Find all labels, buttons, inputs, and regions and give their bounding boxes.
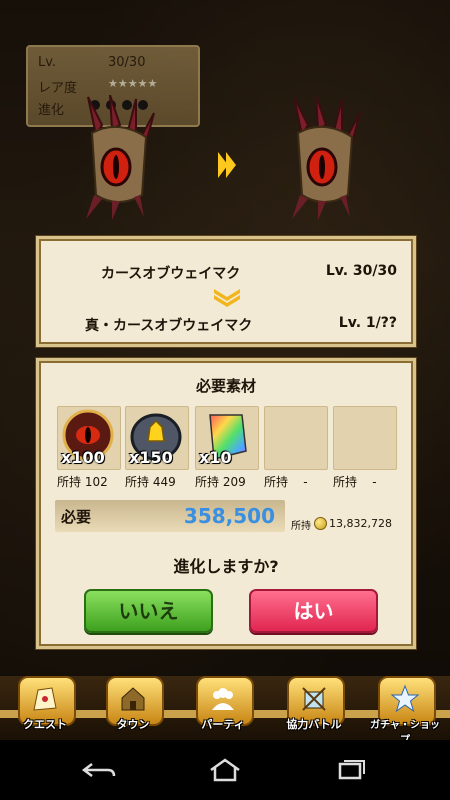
material-slot-3[interactable]: x10 [195, 406, 259, 470]
home-icon[interactable] [205, 758, 245, 782]
gacha-shop-icon [390, 684, 420, 713]
owned-count-1: 所持 102 [57, 475, 108, 489]
nav-coop-battle-label: 協力バトル [286, 718, 342, 731]
nav-party-label: パーティ [201, 718, 245, 731]
material-slot-1[interactable]: x100 [57, 406, 121, 470]
yes-button[interactable]: はい [249, 589, 378, 633]
claw-before-icon [86, 95, 155, 220]
rarity-label: レア度 [38, 81, 78, 96]
from-item-name: カースオブウェイマク [101, 266, 241, 282]
material-qty-3: x10 [199, 448, 232, 467]
coin-icon [314, 517, 327, 530]
nav-coop-battle[interactable]: 協力バトル [275, 676, 353, 740]
cost-value: 358,500 [183, 504, 275, 528]
party-icon [212, 688, 234, 710]
no-button[interactable]: いいえ [84, 589, 213, 633]
system-nav-bar [0, 740, 450, 800]
material-qty-1: x100 [61, 448, 105, 467]
material-slot-4 [264, 406, 328, 470]
claw-after-icon [292, 95, 361, 220]
level-label: Lv. [38, 55, 57, 70]
back-icon[interactable] [80, 758, 120, 782]
from-item-level: Lv. 30/30 [325, 263, 397, 279]
confirm-question: 進化しますか? [173, 557, 279, 576]
rarity-stars: ★★★★★ [108, 77, 158, 90]
material-slot-2[interactable]: x150 [125, 406, 189, 470]
down-arrow-icon [214, 289, 240, 307]
evolution-label: 進化 [38, 103, 65, 118]
town-icon [121, 687, 145, 711]
quest-icon [33, 687, 57, 711]
evolve-arrow-icon [218, 152, 236, 178]
materials-panel: 必要素材 x100 x150 x10 所持 102 所持 449 所持 209 … [36, 358, 416, 649]
level-value: 30/30 [108, 55, 146, 70]
cost-bar: 必要 358,500 [55, 500, 285, 532]
nav-party[interactable]: パーティ [184, 676, 262, 740]
have-value: 13,832,728 [329, 517, 392, 530]
owned-count-2: 所持 449 [125, 475, 176, 489]
bottom-nav: クエスト タウン パーティ 協力バトル ガチャ・ショップ [0, 676, 450, 746]
owned-count-3: 所持 209 [195, 475, 246, 489]
nav-town-label: タウン [116, 718, 150, 731]
owned-count-4: 所持 - [264, 475, 308, 489]
material-slot-5 [333, 406, 397, 470]
nav-quest-label: クエスト [23, 718, 67, 731]
owned-count-5: 所持 - [333, 475, 377, 489]
nav-quest[interactable]: クエスト [6, 676, 84, 740]
nav-town[interactable]: タウン [94, 676, 172, 740]
nav-gacha-shop[interactable]: ガチャ・ショップ [366, 676, 444, 746]
recent-apps-icon[interactable] [330, 758, 370, 782]
material-qty-2: x150 [129, 448, 173, 467]
materials-title: 必要素材 [195, 377, 256, 395]
have-label: 所持 [291, 521, 311, 532]
cost-label: 必要 [61, 508, 92, 526]
to-item-level: Lv. 1/?? [338, 315, 397, 331]
coop-battle-icon [302, 687, 326, 711]
to-item-name: 真・カースオブウェイマク [85, 318, 253, 334]
evolution-panel: カースオブウェイマク Lv. 30/30 真・カースオブウェイマク Lv. 1/… [36, 236, 416, 347]
